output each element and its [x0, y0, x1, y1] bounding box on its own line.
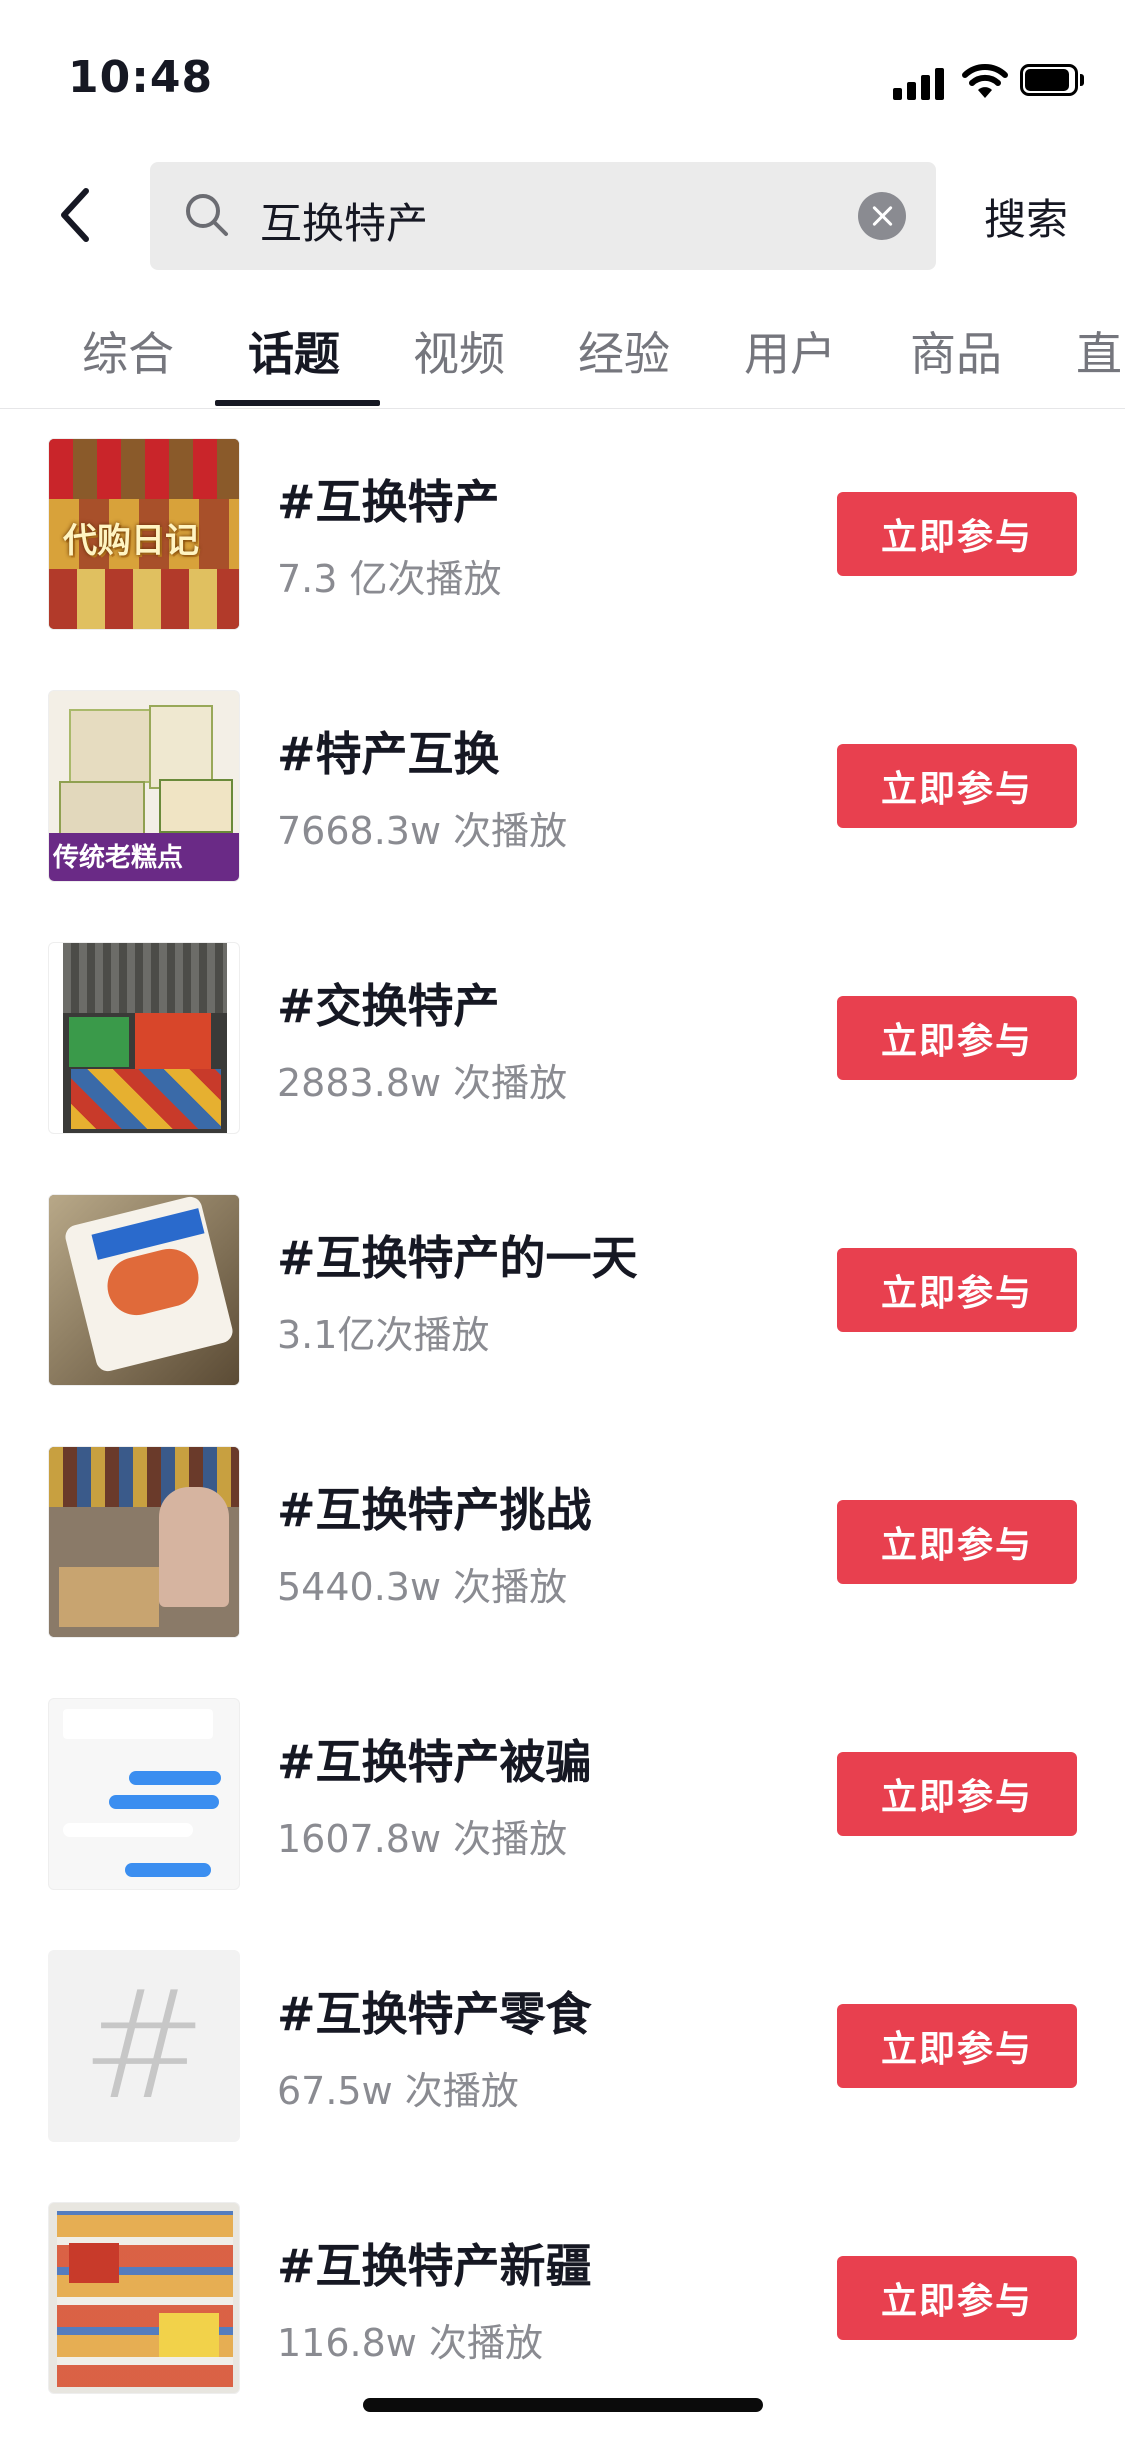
topic-title[interactable]: #互换特产被骗 — [277, 1726, 592, 1792]
topic-thumbnail — [48, 1698, 240, 1890]
list-item[interactable]: #互换特产的一天 3.1亿次播放 立即参与 — [0, 1194, 1125, 1446]
battery-icon — [1020, 64, 1084, 96]
topic-title[interactable]: #互换特产挑战 — [277, 1474, 592, 1540]
status-bar: 10:48 — [0, 0, 1125, 150]
list-item[interactable]: #互换特产挑战 5440.3w 次播放 立即参与 — [0, 1446, 1125, 1698]
join-button[interactable]: 立即参与 — [837, 2256, 1077, 2340]
topic-play-count: 3.1亿次播放 — [277, 1313, 490, 1357]
topic-thumbnail — [48, 1446, 240, 1638]
topic-play-count: 2883.8w 次播放 — [277, 1061, 568, 1105]
topic-play-count: 116.8w 次播放 — [277, 2321, 543, 2365]
home-indicator[interactable] — [363, 2398, 763, 2412]
back-arrow-icon[interactable] — [52, 185, 102, 245]
topic-thumbnail — [48, 2202, 240, 2394]
clear-search-icon[interactable] — [858, 192, 906, 240]
search-icon — [186, 194, 228, 236]
wifi-icon — [962, 64, 1008, 98]
topic-thumbnail: 代购日记 — [48, 438, 240, 630]
list-item[interactable]: 传统老糕点 #特产互换 7668.3w 次播放 立即参与 — [0, 690, 1125, 942]
topic-play-count: 67.5w 次播放 — [277, 2069, 519, 2113]
active-tab-indicator — [215, 400, 380, 406]
list-item[interactable]: 代购日记 #互换特产 7.3 亿次播放 立即参与 — [0, 438, 1125, 690]
join-button[interactable]: 立即参与 — [837, 1248, 1077, 1332]
tab-users[interactable]: 用户 — [744, 318, 836, 384]
thumbnail-caption: 传统老糕点 — [53, 843, 184, 873]
list-item[interactable]: #互换特产被骗 1607.8w 次播放 立即参与 — [0, 1698, 1125, 1950]
join-button[interactable]: 立即参与 — [837, 492, 1077, 576]
topic-play-count: 5440.3w 次播放 — [277, 1565, 568, 1609]
list-item[interactable]: #互换特产新疆 116.8w 次播放 立即参与 — [0, 2202, 1125, 2454]
tab-live[interactable]: 直 — [1076, 318, 1122, 384]
join-button[interactable]: 立即参与 — [837, 744, 1077, 828]
topic-thumbnail: 传统老糕点 — [48, 690, 240, 882]
topic-title[interactable]: #互换特产 — [277, 466, 500, 532]
topic-play-count: 7.3 亿次播放 — [277, 557, 502, 601]
search-button[interactable]: 搜索 — [984, 186, 1068, 247]
cellular-signal-icon — [893, 68, 947, 100]
join-button[interactable]: 立即参与 — [837, 996, 1077, 1080]
topic-title[interactable]: #互换特产的一天 — [277, 1222, 638, 1288]
tab-videos[interactable]: 视频 — [413, 318, 505, 384]
status-time: 10:48 — [68, 52, 214, 103]
join-button[interactable]: 立即参与 — [837, 1500, 1077, 1584]
list-item[interactable]: #交换特产 2883.8w 次播放 立即参与 — [0, 942, 1125, 1194]
join-button[interactable]: 立即参与 — [837, 1752, 1077, 1836]
tab-products[interactable]: 商品 — [910, 318, 1002, 384]
topic-play-count: 1607.8w 次播放 — [277, 1817, 568, 1861]
tab-bar: 综合 话题 视频 经验 用户 商品 直 — [0, 300, 1125, 409]
list-item[interactable]: # #互换特产零食 67.5w 次播放 立即参与 — [0, 1950, 1125, 2202]
tab-comprehensive[interactable]: 综合 — [82, 318, 174, 384]
hashtag-icon: # — [81, 1959, 207, 2133]
topic-play-count: 7668.3w 次播放 — [277, 809, 568, 853]
topic-title[interactable]: #交换特产 — [277, 970, 500, 1036]
topic-title[interactable]: #互换特产新疆 — [277, 2230, 592, 2296]
topic-thumbnail — [48, 942, 240, 1134]
search-query[interactable]: 互换特产 — [260, 190, 428, 251]
tab-experience[interactable]: 经验 — [578, 318, 670, 384]
thumbnail-caption: 代购日记 — [63, 521, 199, 561]
topic-thumbnail: # — [48, 1950, 240, 2142]
topic-thumbnail — [48, 1194, 240, 1386]
search-input[interactable]: 互换特产 — [150, 162, 936, 270]
tab-topics[interactable]: 话题 — [248, 318, 340, 384]
topic-title[interactable]: #特产互换 — [277, 718, 500, 784]
join-button[interactable]: 立即参与 — [837, 2004, 1077, 2088]
topic-title[interactable]: #互换特产零食 — [277, 1978, 592, 2044]
